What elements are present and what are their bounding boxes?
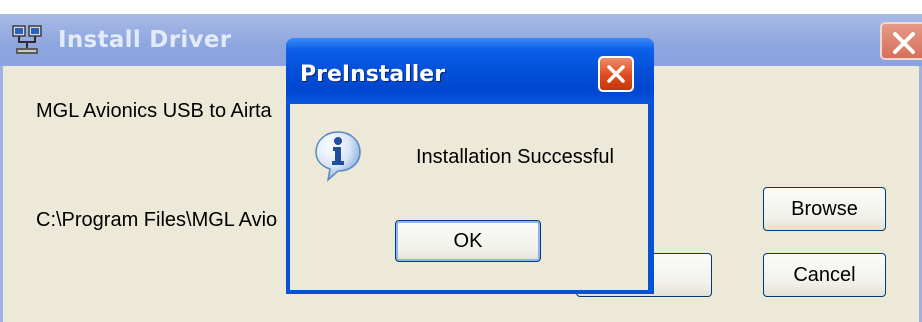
info-icon — [315, 131, 361, 182]
preinstaller-body: Installation Successful OK — [290, 104, 648, 290]
preinstaller-close-button[interactable] — [598, 56, 634, 92]
network-computer-icon — [12, 25, 42, 54]
cancel-button[interactable]: Cancel — [763, 253, 886, 297]
device-name-label: MGL Avionics USB to Airta — [36, 100, 272, 122]
install-driver-close-button[interactable] — [880, 22, 922, 60]
preinstaller-title: PreInstaller — [300, 62, 446, 87]
ok-button[interactable]: OK — [395, 220, 541, 262]
browse-button[interactable]: Browse — [763, 187, 886, 231]
window-frame-left — [0, 66, 3, 322]
preinstaller-dialog: PreInstaller Installation Successful OK — [286, 38, 654, 294]
install-driver-title: Install Driver — [58, 27, 232, 53]
install-path-text: C:\Program Files\MGL Avio — [36, 209, 278, 231]
close-icon — [893, 32, 915, 54]
installation-message: Installation Successful — [416, 146, 614, 168]
close-icon — [607, 65, 625, 83]
